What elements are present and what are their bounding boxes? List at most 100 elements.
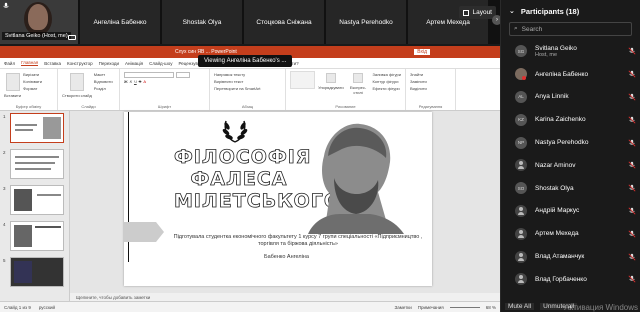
strikethrough-icon[interactable]: S (139, 79, 142, 84)
mic-muted-icon[interactable] (628, 93, 636, 101)
font-size-select[interactable] (176, 71, 190, 78)
current-slide[interactable]: ФІЛОСОФІЯ ФАЛЕСА МІЛЕТСЬКОГО Підготувала… (124, 112, 432, 286)
mute-all-button[interactable]: Mute All (505, 303, 535, 310)
avatar: NP (515, 136, 527, 149)
video-tile[interactable]: Shostak Olya (162, 0, 242, 44)
reset-button[interactable]: Відновити (94, 78, 113, 85)
paste-label: Вставити (4, 93, 22, 98)
video-tile[interactable]: Ангеліна Бабенко (80, 0, 160, 44)
format-painter-button[interactable]: Формат (23, 85, 42, 92)
viewing-banner[interactable]: Viewing Ангеліна Бабенко's ... (198, 55, 293, 67)
participant-name-text: Андрій Маркус (535, 207, 580, 215)
participant-item[interactable]: Влад Горбаченко (501, 268, 640, 291)
slide-title-line: ФІЛОСОФІЯ (174, 146, 312, 169)
layout-button[interactable]: Layout (459, 6, 496, 19)
participant-item[interactable]: NP Nastya Perehodko (501, 131, 640, 154)
new-slide-button[interactable]: Створити слайд (62, 71, 92, 98)
tab-insert[interactable]: Вставка (44, 61, 61, 66)
cut-button[interactable]: Вирізати (23, 71, 42, 78)
thumb-line (37, 194, 61, 196)
participant-item[interactable]: Артем Мехеда (501, 222, 640, 245)
quick-styles-button[interactable]: Експрес-стилі (347, 85, 370, 95)
participant-item[interactable]: Андрій Маркус (501, 200, 640, 223)
paste-button[interactable]: Вставити (4, 71, 21, 98)
mic-muted-icon[interactable] (628, 230, 636, 238)
slide-thumbnail[interactable]: 2 (3, 149, 64, 179)
signin-button[interactable]: Вхід (414, 49, 430, 55)
avatar (515, 273, 527, 286)
slide-number: 3 (3, 186, 6, 191)
smartart-button[interactable]: Перетворити на SmartArt (214, 85, 281, 92)
slide-caption: Підготувала студентка економічного факул… (173, 234, 423, 248)
group-label: Абзац (241, 104, 254, 109)
participant-item[interactable]: Влад Атаманчук (501, 245, 640, 268)
mic-muted-icon[interactable] (628, 47, 636, 55)
tab-transitions[interactable]: Переходи (99, 61, 119, 66)
slide-thumbnail[interactable]: 5 (3, 257, 64, 287)
slide-thumbnail[interactable]: 3 (3, 185, 64, 215)
participant-item[interactable]: SO Shostak Olya (501, 177, 640, 200)
notes-pane[interactable]: Щелкните, чтобы добавить заметки (70, 293, 500, 301)
tab-animations[interactable]: Анімація (125, 61, 143, 66)
video-tile[interactable]: Стоцкова Сніжана (244, 0, 324, 44)
mic-muted-icon[interactable] (628, 116, 636, 124)
chevron-right-icon: › (496, 17, 498, 23)
align-text-button[interactable]: Вирівняти текст (214, 78, 281, 85)
zoom-slider[interactable] (449, 306, 480, 308)
mic-muted-icon[interactable] (628, 184, 636, 192)
mic-muted-icon[interactable] (628, 161, 636, 169)
participant-item[interactable]: SG Svitlana Geiko Host, me (501, 40, 640, 63)
arrange-button[interactable]: Упорядкувати (318, 85, 344, 90)
slide-thumbnail[interactable]: 1 (3, 113, 64, 143)
layout-icon (463, 9, 470, 16)
participant-name-text: Артем Мехеда (535, 230, 579, 238)
participant-item[interactable]: Nazar Aminov (501, 154, 640, 177)
font-name-select[interactable] (124, 71, 174, 78)
notes-toggle[interactable]: Заметки (395, 305, 412, 310)
shape-effects-button[interactable]: Ефекти фігури (372, 85, 401, 92)
comments-toggle[interactable]: Примечания (418, 305, 444, 310)
shapes-gallery[interactable] (290, 71, 316, 89)
thumb-image (14, 225, 32, 247)
mic-muted-icon[interactable] (628, 253, 636, 261)
mic-muted-icon[interactable] (628, 275, 636, 283)
avatar: KZ (515, 113, 527, 126)
status-dot (522, 75, 526, 80)
underline-icon[interactable]: Ч (134, 79, 137, 84)
participant-item[interactable]: AL Anya Linnik (501, 86, 640, 109)
avatar (515, 159, 527, 172)
tab-design[interactable]: Конструктор (67, 61, 93, 66)
participant-item[interactable]: KZ Karina Zaichenko (501, 108, 640, 131)
italic-icon[interactable]: К (130, 79, 132, 84)
chevron-down-icon[interactable]: ⌄ (509, 7, 515, 15)
participant-name: Nastya Perehodko (535, 139, 588, 146)
shape-outline-button[interactable]: Контур фігури (372, 78, 401, 85)
layout-dropdown[interactable]: Макет (94, 71, 113, 78)
bold-icon[interactable]: Ж (124, 79, 128, 84)
copy-button[interactable]: Копіювати (23, 78, 42, 85)
select-button[interactable]: Виділити (410, 85, 451, 92)
text-direction-button[interactable]: Напрямок тексту (214, 71, 281, 78)
mic-muted-icon[interactable] (628, 70, 636, 78)
layout-label: Layout (472, 9, 492, 16)
tab-home[interactable]: Главная (21, 60, 39, 66)
font-color-icon[interactable]: A (143, 79, 146, 84)
tab-file[interactable]: Файл (4, 61, 15, 66)
self-video-tile[interactable]: Svitlana Geiko (Host, me) (0, 0, 78, 44)
avatar: AL (515, 90, 527, 103)
find-button[interactable]: Знайти (410, 71, 451, 78)
participant-search[interactable]: ⌕ Search (509, 22, 632, 36)
replace-button[interactable]: Замінити (410, 78, 451, 85)
clipboard-group: Вставити Вирізати Копіювати Формат Буфер… (0, 69, 58, 110)
group-label: Рисование (335, 104, 356, 109)
slide-thumbnail[interactable]: 4 (3, 221, 64, 251)
group-label: Буфер обміну (15, 104, 42, 109)
mic-muted-icon[interactable] (628, 139, 636, 147)
video-tile[interactable]: Nastya Perehodko (326, 0, 406, 44)
participant-item[interactable]: Ангеліна Бабенко (501, 63, 640, 86)
tab-slideshow[interactable]: Слайд-шоу (149, 61, 172, 66)
section-dropdown[interactable]: Розділ (94, 85, 113, 92)
mic-muted-icon[interactable] (628, 207, 636, 215)
zoom-meeting-window: Svitlana Geiko (Host, me) Ангеліна Бабен… (0, 0, 640, 312)
shape-fill-button[interactable]: Заливка фігури (372, 71, 401, 78)
